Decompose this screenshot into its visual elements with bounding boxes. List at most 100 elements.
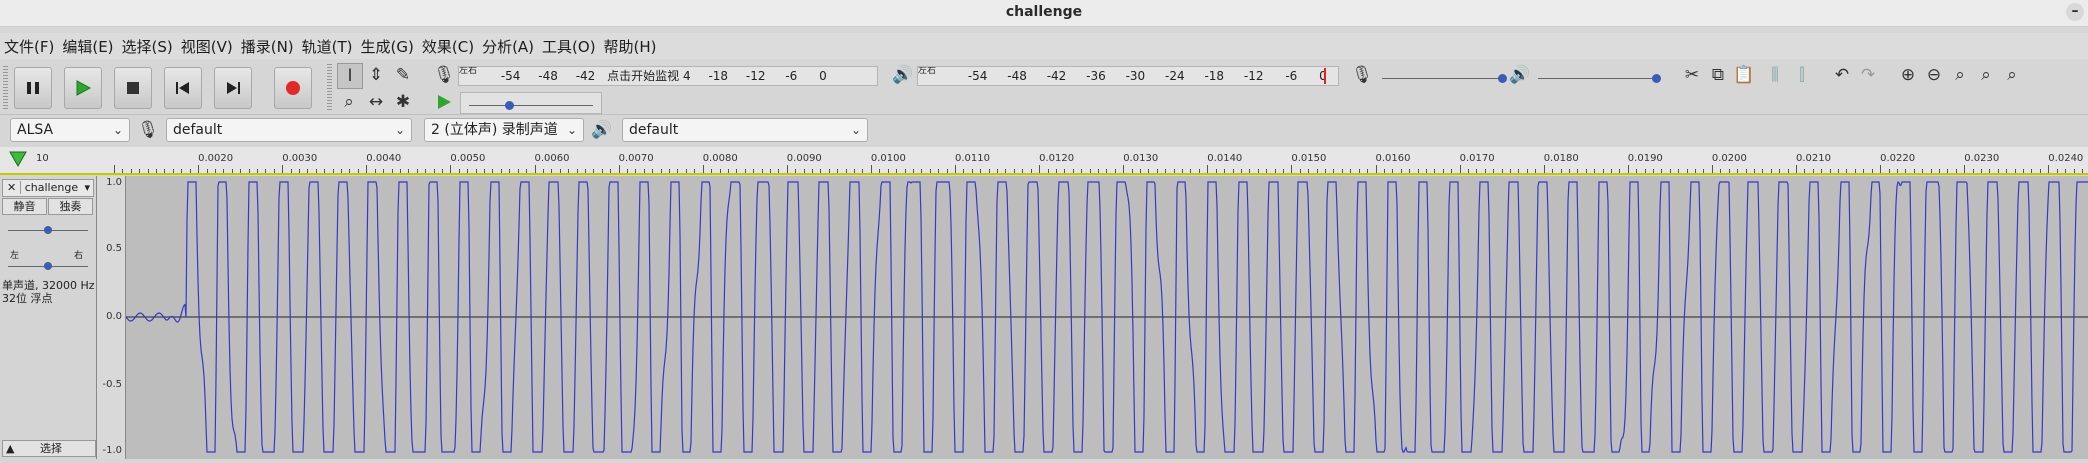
play-head-marker-icon[interactable] <box>8 150 30 170</box>
zoom-out-icon[interactable]: ⊖ <box>1922 63 1946 87</box>
draw-tool-icon[interactable]: ✎ <box>391 63 415 87</box>
solo-button[interactable]: 独奏 <box>48 198 93 215</box>
speaker-device-icon: 🔊 <box>591 120 613 140</box>
scale-0: 0.0 <box>106 311 122 322</box>
ruler-label: 10 <box>36 153 49 164</box>
zoom-tool-icon[interactable]: ⌕ <box>337 90 361 114</box>
track-header[interactable]: ✕ challenge ▾ <box>2 179 94 197</box>
play-tick-6: -24 <box>1165 69 1185 83</box>
play-tick-2: -48 <box>1007 69 1027 83</box>
ruler-label: 0.0040 <box>366 153 402 164</box>
recording-channels-value: 2 (立体声) 录制声道 <box>431 122 558 138</box>
stop-button[interactable] <box>114 67 152 109</box>
pause-button[interactable] <box>14 67 52 109</box>
envelope-tool-icon[interactable]: ⇕ <box>364 63 388 87</box>
track-select-button[interactable]: ▲ 选择 <box>2 440 96 457</box>
audio-host-select[interactable]: ALSA ⌄ <box>10 118 130 142</box>
track-sample-format: 32位 浮点 <box>2 292 53 305</box>
menu-effect[interactable]: 效果(C) <box>418 36 478 57</box>
record-meter[interactable]: 左右 -54 -48 -42 点击开始监视 4 -18 -12 -6 0 <box>458 66 878 86</box>
recording-device-select[interactable]: default ⌄ <box>166 118 412 142</box>
menu-bar: 文件(F) 编辑(E) 选择(S) 视图(V) 播录(N) 轨道(T) 生成(G… <box>0 33 2088 59</box>
track-format: 单声道, 32000 Hz <box>2 279 95 292</box>
zoom-toggle-icon[interactable]: ⌕ <box>2000 63 2024 87</box>
play-volume-slider[interactable] <box>1536 66 1662 86</box>
menu-file[interactable]: 文件(F) <box>0 36 58 57</box>
rec-volume-icon: 🎙 <box>1351 65 1373 85</box>
ruler-label: 0.0150 <box>1291 153 1327 164</box>
redo-icon[interactable]: ↷ <box>1856 63 1880 87</box>
skip-end-icon <box>227 82 240 94</box>
copy-icon[interactable]: ⧉ <box>1706 63 1730 87</box>
ruler-label: 0.0090 <box>786 153 822 164</box>
playback-device-select[interactable]: default ⌄ <box>622 118 868 142</box>
ruler-label: 0.0030 <box>282 153 318 164</box>
play-at-speed-icon[interactable] <box>432 90 456 114</box>
pan-slider[interactable] <box>8 260 88 272</box>
skip-end-button[interactable] <box>214 67 252 109</box>
track-info: 单声道, 32000 Hz 32位 浮点 <box>2 279 95 305</box>
speaker-meter-icon[interactable]: 🔊 <box>891 63 915 87</box>
track-menu-icon[interactable]: ▾ <box>84 180 90 196</box>
tools-grip[interactable] <box>327 64 332 112</box>
record-button[interactable] <box>274 67 312 109</box>
gain-slider[interactable] <box>8 224 88 236</box>
collapse-icon[interactable]: ▲ <box>3 442 14 455</box>
rec-tick-4: 4 <box>682 69 691 83</box>
rec-tick-8: 0 <box>819 69 827 83</box>
paste-icon[interactable]: 📋 <box>1732 63 1756 87</box>
menu-view[interactable]: 视图(V) <box>177 36 237 57</box>
audio-host-value: ALSA <box>17 122 54 138</box>
multi-tool-icon[interactable]: ✱ <box>391 90 415 114</box>
waveform-area[interactable] <box>125 176 2088 459</box>
rec-volume-slider[interactable] <box>1380 66 1508 86</box>
mic-meter-icon[interactable]: 🎙 <box>432 63 456 87</box>
minimize-button[interactable]: – <box>2066 3 2084 21</box>
rec-tick-6: -12 <box>745 69 766 83</box>
ruler-label: 0.0190 <box>1627 153 1663 164</box>
track-close-icon[interactable]: ✕ <box>3 181 22 194</box>
menu-tracks[interactable]: 轨道(T) <box>298 36 357 57</box>
fit-selection-icon[interactable]: ⌕ <box>1948 63 1972 87</box>
ruler-label: 0.0060 <box>534 153 570 164</box>
ruler-label: 0.0240 <box>2048 153 2084 164</box>
cut-icon[interactable]: ✂ <box>1680 63 1704 87</box>
play-speed-slider[interactable] <box>460 92 602 114</box>
track-name[interactable]: challenge <box>25 181 78 194</box>
scale-neg-0-5: -0.5 <box>102 379 122 390</box>
zoom-in-icon[interactable]: ⊕ <box>1896 63 1920 87</box>
menu-help[interactable]: 帮助(H) <box>600 36 661 57</box>
selection-tool-icon[interactable]: I <box>337 63 363 89</box>
toolbar-grip[interactable] <box>3 66 8 110</box>
rec-tick-7: -6 <box>785 69 798 83</box>
ruler-label: 0.0120 <box>1039 153 1075 164</box>
play-tick-4: -36 <box>1086 69 1106 83</box>
ruler-label: 0.0130 <box>1123 153 1159 164</box>
ruler-label: 0.0070 <box>618 153 654 164</box>
menu-select[interactable]: 选择(S) <box>118 36 177 57</box>
ruler-label: 0.0230 <box>1964 153 2000 164</box>
ruler-label: 0.0020 <box>198 153 234 164</box>
play-tick-5: -30 <box>1125 69 1146 83</box>
play-button[interactable] <box>64 67 102 109</box>
recording-channels-select[interactable]: 2 (立体声) 录制声道 ⌄ <box>424 118 584 142</box>
undo-icon[interactable]: ↶ <box>1830 63 1854 87</box>
menu-generate[interactable]: 生成(G) <box>357 36 418 57</box>
menu-analyze[interactable]: 分析(A) <box>478 36 538 57</box>
trim-icon[interactable]: ⫼ <box>1763 63 1787 87</box>
timeshift-tool-icon[interactable]: ↔ <box>364 90 388 114</box>
timeline-ruler[interactable]: 10 0.0020 0.0030 0.0040 0.0050 0.0060 0.0070 0.… <box>0 147 2088 175</box>
menu-edit[interactable]: 编辑(E) <box>58 36 117 57</box>
skip-start-button[interactable] <box>164 67 202 109</box>
waveform <box>125 180 2088 453</box>
mic-device-icon: 🎙 <box>137 120 159 140</box>
silence-icon[interactable]: ⫿ <box>1790 63 1814 87</box>
playback-meter[interactable]: 左右 -54 -48 -42 -36 -30 -24 -18 -12 -6 0 <box>917 66 1339 86</box>
fit-project-icon[interactable]: ⌕ <box>1974 63 1998 87</box>
window-title: challenge – <box>0 0 2088 27</box>
menu-tools[interactable]: 工具(O) <box>538 36 600 57</box>
ruler-label: 0.0110 <box>955 153 990 164</box>
menu-transport[interactable]: 播录(N) <box>237 36 298 57</box>
mute-button[interactable]: 静音 <box>2 198 47 215</box>
amplitude-scale: 1.0 0.5 0.0 -0.5 -1.0 <box>97 176 126 459</box>
